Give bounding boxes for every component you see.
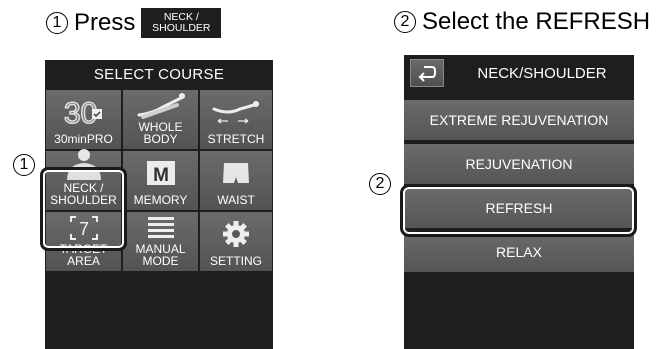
menu-item-label: EXTREME REJUVENATION: [429, 112, 609, 128]
tile-manual-mode[interactable]: MANUAL MODE: [122, 211, 199, 272]
tile-label-setting: SETTING: [209, 254, 262, 268]
tile-label-memory: MEMORY: [133, 193, 188, 207]
refresh-highlight: [400, 184, 637, 237]
tile-30minpro[interactable]: 30 30minPRO: [45, 89, 122, 150]
step-marker-1: 1: [13, 154, 35, 176]
reclined-body-icon: [123, 90, 198, 121]
step-number-1: 1: [46, 12, 68, 34]
gear-icon: [200, 212, 272, 255]
tile-memory[interactable]: M MEMORY: [122, 150, 199, 211]
menu-item-relax[interactable]: RELAX: [404, 231, 634, 273]
neck-shoulder-title: NECK/SHOULDER: [477, 64, 607, 82]
tile-waist[interactable]: WAIST: [199, 150, 273, 211]
neck-shoulder-header: NECK/SHOULDER: [404, 55, 634, 91]
neck-shoulder-mini-button: NECK / SHOULDER: [141, 8, 222, 38]
neck-shoulder-highlight: [40, 167, 127, 251]
left-panel-footer: [45, 333, 273, 349]
tile-stretch[interactable]: STRETCH: [199, 89, 273, 150]
step2-title: 2 Select the REFRESH: [394, 8, 650, 36]
stretch-icon: [200, 90, 272, 133]
memory-icon: M: [123, 151, 198, 194]
return-arrow-icon: [418, 66, 436, 82]
tile-label-waist: WAIST: [217, 193, 255, 207]
menu-item-extreme-rejuvenation[interactable]: EXTREME REJUVENATION: [404, 99, 634, 141]
step-number-2: 2: [394, 11, 416, 33]
menu-item-rejuvenation[interactable]: REJUVENATION: [404, 143, 634, 185]
30-minute-icon: 30: [46, 90, 121, 133]
manual-mode-icon: [123, 212, 198, 243]
step1-text: Press: [74, 9, 136, 36]
waist-icon: [200, 151, 272, 194]
mini-button-line2: SHOULDER: [152, 22, 211, 34]
tile-label-whole-body: WHOLE BODY: [138, 120, 183, 146]
tile-label-30minpro: 30minPRO: [54, 132, 113, 146]
step1-title: 1 Press NECK / SHOULDER: [46, 8, 222, 38]
menu-item-label: RELAX: [496, 244, 542, 260]
tile-label-manual-mode: MANUAL MODE: [135, 242, 186, 268]
step-marker-2: 2: [369, 173, 391, 195]
select-course-header: SELECT COURSE: [93, 66, 225, 83]
menu-item-label: REJUVENATION: [465, 156, 573, 172]
tile-whole-body[interactable]: WHOLE BODY: [122, 89, 199, 150]
step2-text: Select the REFRESH: [422, 8, 651, 35]
tile-setting[interactable]: SETTING: [199, 211, 273, 272]
back-button[interactable]: [410, 59, 444, 87]
tile-label-stretch: STRETCH: [207, 132, 265, 146]
memory-icon-text: M: [153, 165, 169, 186]
